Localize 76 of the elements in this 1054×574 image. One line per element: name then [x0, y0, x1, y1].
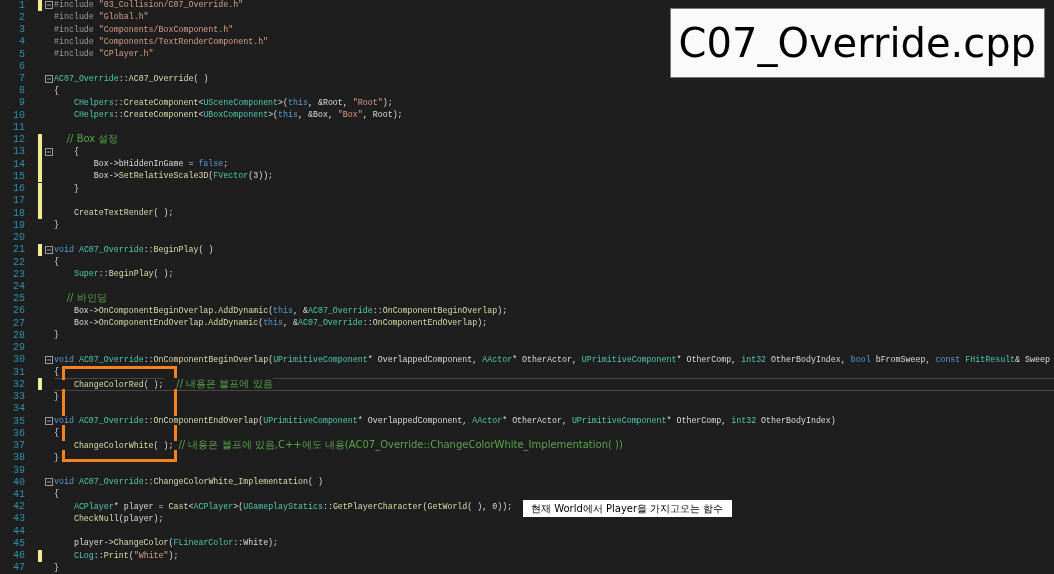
line-number: 19	[12, 219, 25, 231]
fold-toggle-icon[interactable]	[45, 147, 53, 156]
line-number: 7	[18, 73, 25, 84]
line-number: 30	[12, 354, 25, 366]
annotation-note: 현재 World에서 Player을 가지고오는 함수	[523, 500, 732, 517]
code-line: Box->OnComponentEndOverlap.AddDynamic(this, &AC07_Override::OnComponentEndOverlap);	[54, 317, 488, 330]
line-number: 36	[12, 427, 25, 439]
line-number: 18	[12, 207, 25, 219]
line-number: 39	[12, 464, 25, 476]
code-line: CLog::Print("White");	[54, 549, 179, 562]
line-number: 44	[12, 525, 25, 537]
line-number: 33	[12, 391, 25, 403]
line-number: 34	[12, 403, 25, 415]
line-number: 14	[12, 158, 25, 170]
line-number: 13	[12, 146, 25, 158]
line-number: 46	[12, 550, 25, 562]
line-number: 29	[12, 342, 25, 354]
line-number: 3	[18, 24, 25, 36]
code-line: CheckNull(player);	[54, 512, 164, 525]
line-number: 37	[12, 440, 25, 452]
code-line: #include "Global.h"	[54, 11, 149, 24]
line-number: 40	[12, 476, 25, 488]
code-line: AC07_Override::AC07_Override( )	[54, 72, 209, 85]
line-number: 41	[12, 489, 25, 500]
code-line: ChangeColorRed( ); // 내용은 블프에 있음	[54, 377, 273, 391]
code-line: player->ChangeColor(FLinearColor::White);	[54, 537, 279, 550]
line-number: 9	[18, 97, 25, 109]
line-number: 24	[12, 281, 25, 292]
line-number: 45	[12, 537, 25, 549]
code-line: void AC07_Override::OnComponentBeginOverlap(UPrimitiveComponent* OverlappedComponent, AActor* OtherActor, UPrimitiveComponent* OtherComp, int32 OtherBodyIndex, bool bFromSweep, const FHitResult& Sweep	[54, 353, 1050, 366]
line-number: 27	[12, 317, 25, 329]
line-number: 11	[12, 121, 25, 133]
file-name-label: C07_Override.cpp	[669, 8, 1045, 78]
code-line: void AC07_Override::OnComponentEndOverlap(UPrimitiveComponent* OverlappedComponent, AActor* OtherActor, UPrimitiveComponent* OtherComp, int32 OtherBodyIndex)	[54, 415, 836, 428]
line-number: 12	[12, 134, 25, 146]
code-line: void AC07_Override::ChangeColorWhite_Implementation( )	[54, 476, 323, 489]
line-number: 26	[12, 305, 25, 317]
line-number: 8	[18, 85, 25, 97]
line-number: 38	[12, 452, 25, 464]
code-line: #include "Components/TextRenderComponent.h"	[54, 35, 269, 48]
line-number: 16	[12, 183, 25, 195]
fold-toggle-icon[interactable]	[45, 245, 53, 254]
line-number: 43	[12, 513, 25, 525]
fold-toggle-icon[interactable]	[45, 74, 53, 83]
fold-toggle-icon[interactable]	[45, 355, 53, 364]
line-number: 15	[12, 170, 25, 182]
fold-toggle-icon[interactable]	[45, 478, 53, 487]
line-number: 6	[18, 60, 25, 72]
code-line: #include "Components/BoxComponent.h"	[54, 23, 234, 36]
line-number: 20	[12, 232, 25, 244]
code-line: void AC07_Override::BeginPlay( )	[54, 243, 214, 256]
line-number: 35	[12, 415, 25, 427]
line-number: 2	[18, 11, 25, 23]
code-line: CHelpers::CreateComponent<USceneComponent>(this, &Root, "Root");	[54, 97, 393, 109]
line-number: 5	[18, 48, 25, 60]
fold-toggle-icon[interactable]	[45, 417, 53, 426]
line-number: 31	[12, 366, 25, 378]
line-number: 28	[12, 329, 25, 341]
line-number: 22	[12, 256, 25, 268]
fold-toggle-icon[interactable]	[45, 1, 53, 10]
line-number: 25	[12, 293, 25, 305]
code-line: Super::BeginPlay( );	[54, 268, 174, 281]
code-line: #include "CPlayer.h"	[54, 48, 154, 61]
code-line: CHelpers::CreateComponent<UBoxComponent>(this, &Box, "Box", Root);	[54, 109, 403, 122]
line-number: 42	[12, 501, 25, 513]
line-number: 1	[18, 0, 25, 11]
line-number: 32	[12, 378, 25, 390]
line-number: 21	[12, 244, 25, 256]
code-line: ACPlayer* player = Cast<ACPlayer>(UGameplayStatics::GetPlayerCharacter(GetWorld( ), 0));	[54, 500, 513, 513]
line-number: 23	[12, 268, 25, 280]
line-number: 4	[18, 36, 25, 48]
line-number: 47	[12, 562, 25, 574]
code-line: Box->SetRelativeScale3D(FVector(3));	[54, 170, 274, 183]
line-number: 17	[12, 195, 25, 207]
code-line: Box->OnComponentBeginOverlap.AddDynamic(this, &AC07_Override::OnComponentBeginOverlap);	[54, 304, 508, 317]
line-number: 10	[12, 109, 25, 121]
